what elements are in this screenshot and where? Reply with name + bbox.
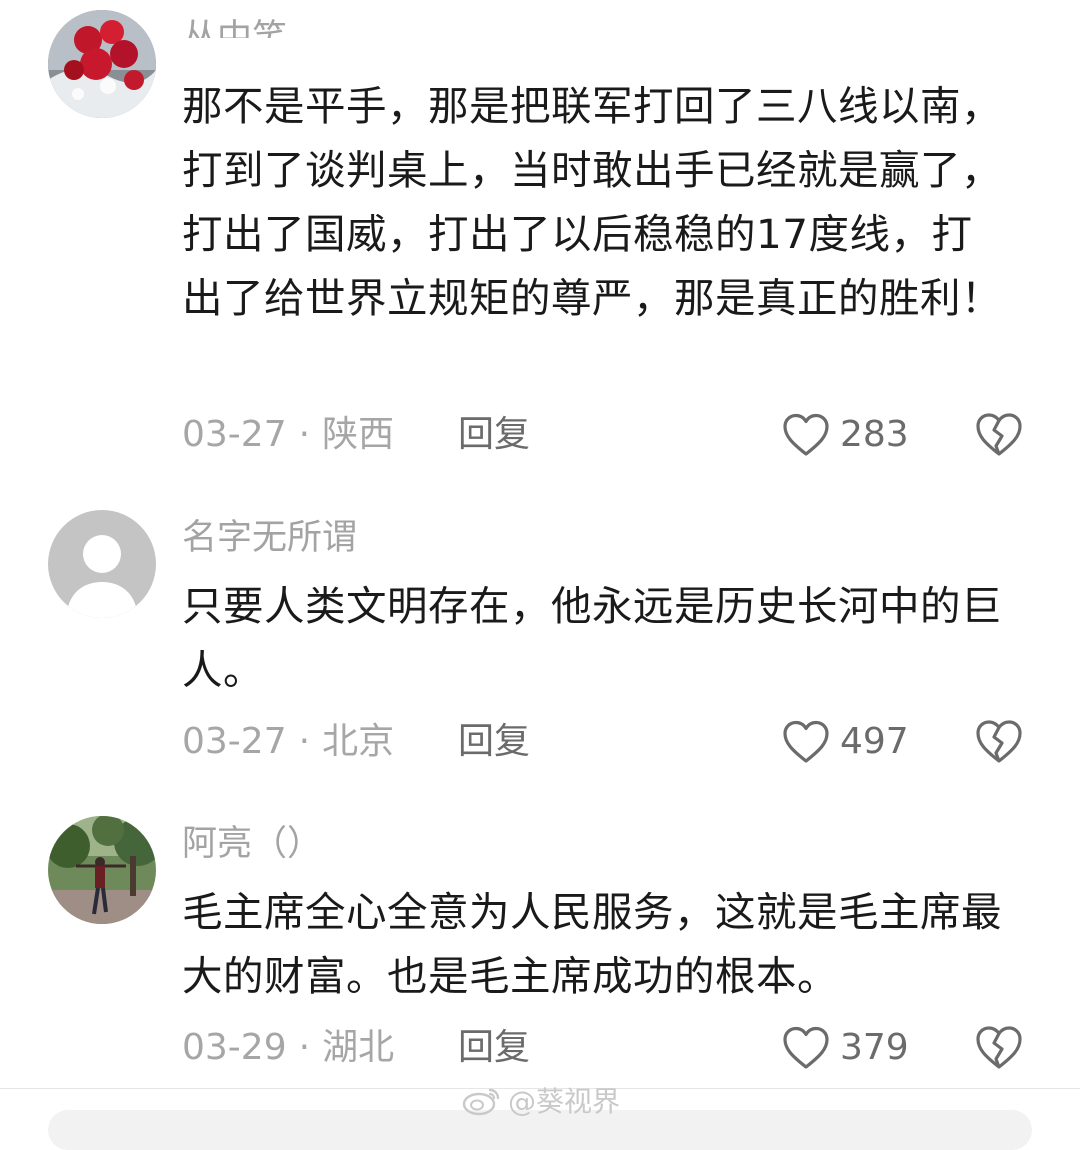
heart-outline-icon xyxy=(783,413,829,456)
like-count: 283 xyxy=(840,414,909,455)
avatar[interactable] xyxy=(48,10,156,118)
watermark-text: @葵视界 xyxy=(508,1085,621,1118)
dislike-button[interactable] xyxy=(974,1023,1024,1073)
like-count: 497 xyxy=(840,721,909,762)
comment-meta: 03-29 · 湖北 xyxy=(182,1023,394,1073)
comment-location: 湖北 xyxy=(322,1027,395,1068)
comment-meta: 03-27 · 北京 xyxy=(182,717,394,767)
like-count: 379 xyxy=(840,1027,909,1068)
comment-location: 北京 xyxy=(322,721,395,762)
reply-button[interactable]: 回复 xyxy=(458,410,530,460)
heart-outline-icon xyxy=(783,720,829,763)
broken-heart-icon xyxy=(976,1026,1022,1069)
comment-date: 03-29 xyxy=(182,1027,287,1068)
reply-button[interactable]: 回复 xyxy=(458,717,530,767)
comment-text: 那不是平手，那是把联军打回了三八线以南，打到了谈判桌上，当时敢出手已经就是赢了，… xyxy=(182,82,1002,322)
like-button[interactable]: 283 xyxy=(782,410,909,460)
comment-date: 03-27 xyxy=(182,414,287,455)
username[interactable]: 丛中笑 xyxy=(182,18,287,38)
meta-separator: · xyxy=(298,721,311,762)
watermark: @葵视界 xyxy=(462,1080,620,1120)
avatar[interactable] xyxy=(48,510,156,618)
dislike-button[interactable] xyxy=(974,410,1024,460)
like-button[interactable]: 379 xyxy=(782,1023,909,1073)
comment-date: 03-27 xyxy=(182,721,287,762)
meta-separator: · xyxy=(298,414,311,455)
comment-location: 陕西 xyxy=(322,414,395,455)
broken-heart-icon xyxy=(976,720,1022,763)
avatar[interactable] xyxy=(48,816,156,924)
dislike-button[interactable] xyxy=(974,717,1024,767)
like-button[interactable]: 497 xyxy=(782,717,909,767)
heart-outline-icon xyxy=(783,1026,829,1069)
broken-heart-icon xyxy=(976,413,1022,456)
avatar-image xyxy=(48,816,156,924)
reply-button[interactable]: 回复 xyxy=(458,1023,530,1073)
avatar-image xyxy=(48,10,156,118)
username[interactable]: 名字无所谓 xyxy=(182,518,357,558)
comment-text: 只要人类文明存在，他永远是历史长河中的巨人。 xyxy=(182,582,1002,694)
username[interactable]: 阿亮（） xyxy=(182,824,322,864)
comment-text: 毛主席全心全意为人民服务，这就是毛主席最大的财富。也是毛主席成功的根本。 xyxy=(182,888,1002,1000)
default-avatar-icon xyxy=(48,510,156,618)
comment-meta: 03-27 · 陕西 xyxy=(182,410,394,460)
weibo-icon xyxy=(462,1088,500,1116)
meta-separator: · xyxy=(298,1027,311,1068)
